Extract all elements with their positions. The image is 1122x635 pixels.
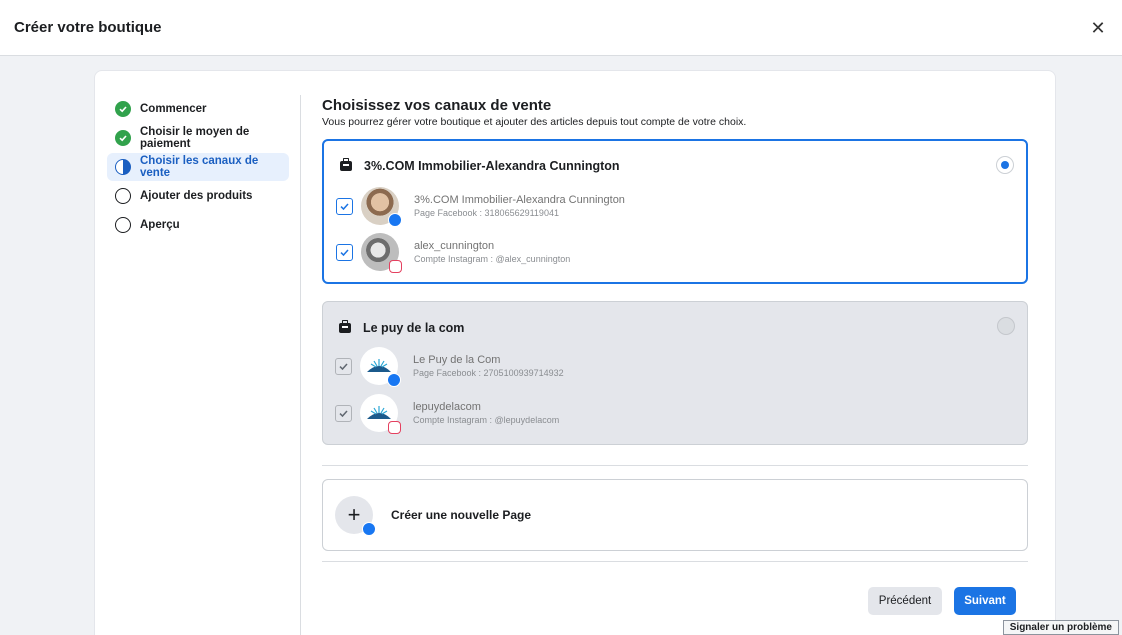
account-checkbox[interactable] [335, 357, 352, 375]
instagram-icon [389, 260, 402, 273]
check-circle-icon [115, 130, 131, 146]
account-name: lepuydelacom [413, 401, 481, 413]
plus-icon: + [335, 496, 376, 536]
account-checkbox[interactable] [336, 197, 353, 215]
empty-circle-icon [115, 188, 131, 204]
previous-button[interactable]: Précédent [868, 587, 942, 615]
step-label: Commencer [140, 103, 207, 115]
briefcase-icon [340, 158, 352, 171]
channel-header: Le puy de la com [339, 318, 464, 338]
section-divider [322, 561, 1028, 562]
create-page-label: Créer une nouvelle Page [391, 508, 532, 522]
account-checkbox[interactable] [336, 243, 353, 261]
avatar [361, 233, 402, 273]
half-circle-icon [115, 159, 131, 175]
account-name: alex_cunnington [414, 240, 495, 252]
empty-circle-icon [115, 217, 131, 233]
avatar [360, 347, 401, 387]
check-circle-icon [115, 101, 131, 117]
create-shop-modal: Créer votre boutique ✕ Commencer Choisir… [0, 0, 1122, 635]
step-label: Aperçu [140, 219, 180, 231]
main-content: Choisissez vos canaux de vente Vous pour… [322, 97, 1028, 615]
next-button[interactable]: Suivant [954, 587, 1016, 615]
avatar [360, 394, 401, 434]
channel-card[interactable]: 3%.COM Immobilier-Alexandra Cunnington 3… [322, 139, 1028, 284]
page-subtitle: Vous pourrez gérer votre boutique et ajo… [322, 116, 747, 128]
modal-header: Créer votre boutique ✕ [0, 0, 1122, 56]
channel-radio[interactable] [997, 317, 1015, 335]
close-icon[interactable]: ✕ [1088, 18, 1108, 38]
account-detail: Compte Instagram : @alex_cunnington [414, 254, 571, 264]
step-add-products[interactable]: Ajouter des produits [107, 182, 289, 210]
account-name: Le Puy de la Com [413, 354, 501, 366]
channel-card[interactable]: Le puy de la com Le Puy de la Com Page F… [322, 301, 1028, 445]
channel-header: 3%.COM Immobilier-Alexandra Cunnington [340, 156, 620, 176]
step-label: Ajouter des produits [140, 190, 253, 202]
channel-name: Le puy de la com [363, 321, 465, 335]
account-text: Le Puy de la Com Page Facebook : 2705100… [413, 354, 564, 378]
section-divider [322, 465, 1028, 466]
step-preview[interactable]: Aperçu [107, 211, 289, 239]
step-commencer[interactable]: Commencer [107, 95, 289, 123]
account-row: lepuydelacom Compte Instagram : @lepuyde… [335, 394, 559, 434]
account-row: alex_cunnington Compte Instagram : @alex… [336, 233, 570, 273]
report-problem-button[interactable]: Signaler un problème [1002, 620, 1119, 635]
account-row: 3%.COM Immobilier-Alexandra Cunnington P… [336, 187, 625, 227]
account-detail: Compte Instagram : @lepuydelacom [413, 415, 560, 425]
modal-title: Créer votre boutique [14, 19, 162, 36]
facebook-icon [387, 373, 401, 387]
account-checkbox[interactable] [335, 404, 352, 422]
step-payment[interactable]: Choisir le moyen de paiement [107, 124, 289, 152]
briefcase-icon [339, 320, 351, 333]
step-sales-channels[interactable]: Choisir les canaux de vente [107, 153, 289, 181]
create-page-button[interactable]: + Créer une nouvelle Page [322, 479, 1028, 551]
avatar [361, 187, 402, 227]
account-detail: Page Facebook : 2705100939714932 [413, 368, 564, 378]
account-text: 3%.COM Immobilier-Alexandra Cunnington P… [414, 194, 625, 218]
account-text: alex_cunnington Compte Instagram : @alex… [414, 240, 570, 264]
page-title: Choisissez vos canaux de vente [322, 97, 552, 114]
step-list: Commencer Choisir le moyen de paiement C… [107, 95, 289, 240]
facebook-icon [362, 522, 376, 536]
account-detail: Page Facebook : 318065629119041 [414, 208, 559, 218]
instagram-icon [388, 421, 401, 434]
channel-name: 3%.COM Immobilier-Alexandra Cunnington [364, 159, 620, 173]
account-row: Le Puy de la Com Page Facebook : 2705100… [335, 347, 564, 387]
vertical-divider [300, 95, 301, 635]
step-label: Choisir le moyen de paiement [140, 126, 250, 150]
account-text: lepuydelacom Compte Instagram : @lepuyde… [413, 401, 559, 425]
facebook-icon [388, 213, 402, 227]
account-name: 3%.COM Immobilier-Alexandra Cunnington [414, 194, 625, 206]
step-label: Choisir les canaux de vente [140, 155, 259, 179]
channel-radio[interactable] [996, 156, 1014, 174]
wizard-card: Commencer Choisir le moyen de paiement C… [94, 70, 1056, 635]
